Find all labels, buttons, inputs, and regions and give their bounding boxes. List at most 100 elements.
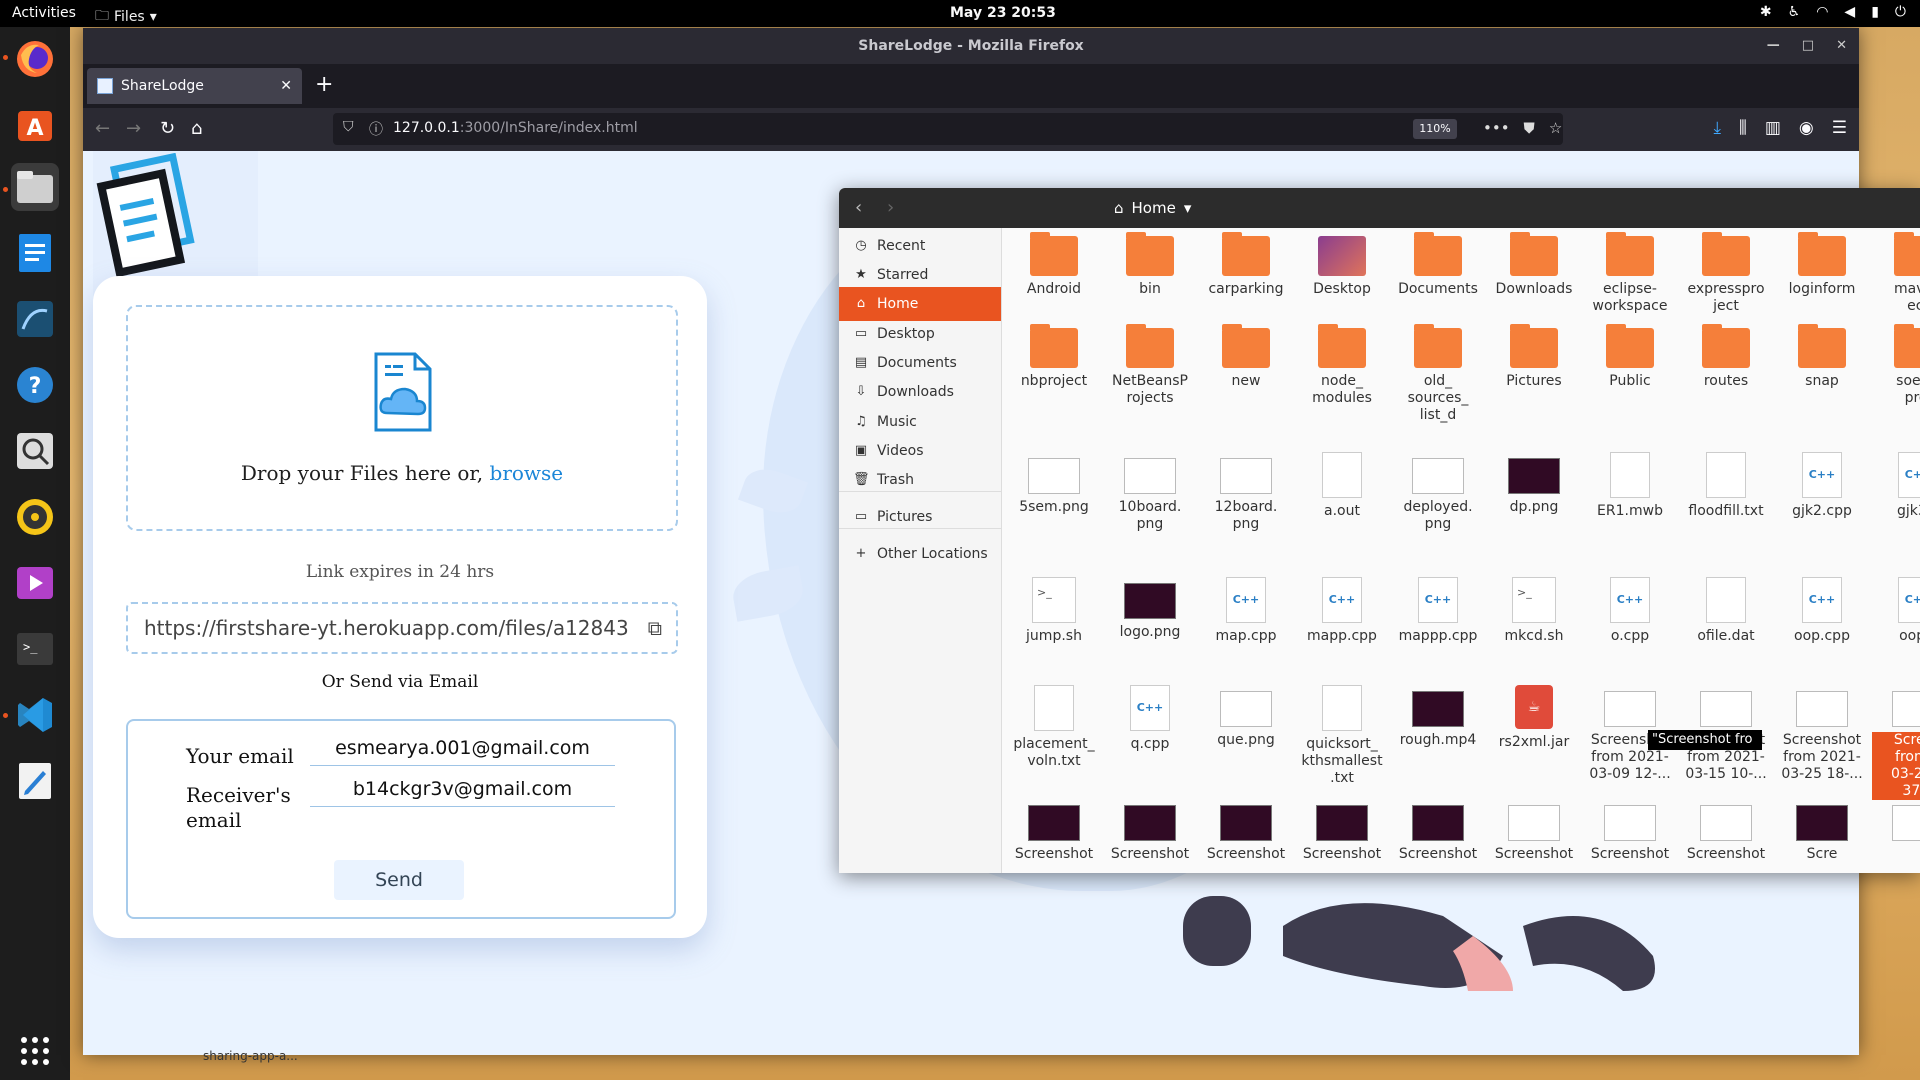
- file-item[interactable]: Screenshot: [1680, 799, 1772, 863]
- forward-icon[interactable]: →: [126, 118, 141, 139]
- file-item[interactable]: quicksort_ kthsmallest .txt: [1296, 685, 1388, 787]
- text-editor-icon[interactable]: [11, 757, 59, 805]
- file-item[interactable]: C++ mappp.cpp: [1392, 577, 1484, 645]
- file-item[interactable]: Screenshot: [1584, 799, 1676, 863]
- file-item[interactable]: new: [1200, 324, 1292, 390]
- url-text[interactable]: 127.0.0.1:3000/InShare/index.html: [393, 120, 638, 136]
- file-item[interactable]: expresspro ject: [1680, 232, 1772, 315]
- sidebar-item-downloads[interactable]: ⇩ Downloads: [839, 375, 1001, 409]
- file-item[interactable]: Screenshot: [1488, 799, 1580, 863]
- firefox-icon[interactable]: [11, 35, 59, 83]
- file-item[interactable]: que.png: [1200, 685, 1292, 749]
- file-item[interactable]: [1872, 799, 1920, 846]
- file-item[interactable]: C++ gjk3.c: [1872, 452, 1920, 520]
- new-tab-icon[interactable]: +: [315, 74, 333, 96]
- file-item[interactable]: node_ modules: [1296, 324, 1388, 407]
- files-headerbar[interactable]: ‹ › ⌂ Home ▾: [839, 188, 1920, 228]
- file-item[interactable]: Android: [1008, 232, 1100, 298]
- file-item[interactable]: Desktop: [1296, 236, 1388, 298]
- account-icon[interactable]: ◉: [1799, 118, 1814, 138]
- file-item[interactable]: logo.png: [1104, 577, 1196, 641]
- tab-sharelodge[interactable]: ShareLodge ✕: [87, 68, 302, 104]
- close-tab-icon[interactable]: ✕: [280, 78, 292, 94]
- file-item[interactable]: routes: [1680, 324, 1772, 390]
- file-item[interactable]: old_ sources_ list_d: [1392, 324, 1484, 424]
- clock[interactable]: May 23 20:53: [950, 5, 1056, 21]
- back-icon[interactable]: ‹: [855, 197, 862, 218]
- browse-link[interactable]: browse: [490, 461, 564, 485]
- library-icon[interactable]: ⫼: [1739, 118, 1747, 138]
- more-actions-icon[interactable]: •••: [1483, 119, 1510, 137]
- your-email-input[interactable]: esmearya.001@gmail.com: [310, 737, 615, 766]
- mysql-workbench-icon[interactable]: [11, 295, 59, 343]
- software-center-icon[interactable]: A: [11, 101, 59, 149]
- file-item[interactable]: C++ map.cpp: [1200, 577, 1292, 645]
- send-button[interactable]: Send: [334, 860, 464, 900]
- app-grid-icon[interactable]: [11, 1027, 59, 1075]
- media-player-icon[interactable]: [11, 559, 59, 607]
- sidebar-item-home[interactable]: ⌂ Home: [839, 287, 1001, 321]
- close-icon[interactable]: ✕: [1836, 28, 1847, 64]
- share-link-text[interactable]: https://firstshare-yt.herokuapp.com/file…: [144, 604, 629, 652]
- file-item[interactable]: Screenshot: [1296, 799, 1388, 863]
- file-item[interactable]: placement_ voln.txt: [1008, 685, 1100, 770]
- file-item[interactable]: Screenfrom 203-25 237.p: [1872, 685, 1920, 800]
- files-icon[interactable]: [11, 163, 59, 211]
- reload-icon[interactable]: ↻: [160, 118, 175, 139]
- file-item[interactable]: 5sem.png: [1008, 452, 1100, 516]
- file-item[interactable]: bin: [1104, 232, 1196, 298]
- system-tray[interactable]: ✱ ♿ ◠ ◀ ▮ ⏻: [1760, 4, 1906, 20]
- app-menu[interactable]: 🗀 Files ▾: [95, 5, 157, 29]
- bookmark-star-icon[interactable]: ☆: [1549, 119, 1562, 137]
- file-item[interactable]: deployed. png: [1392, 452, 1484, 533]
- file-item[interactable]: Screenshot: [1200, 799, 1292, 863]
- location-path[interactable]: ⌂ Home ▾: [1114, 196, 1191, 220]
- file-item[interactable]: >_ jump.sh: [1008, 577, 1100, 645]
- file-item[interactable]: NetBeansP rojects: [1104, 324, 1196, 407]
- file-item[interactable]: C++ o.cpp: [1584, 577, 1676, 645]
- file-item[interactable]: Screenshot: [1392, 799, 1484, 863]
- file-item[interactable]: snap: [1776, 324, 1868, 390]
- file-item[interactable]: ER1.mwb: [1584, 452, 1676, 520]
- file-item[interactable]: rough.mp4: [1392, 685, 1484, 749]
- pocket-icon[interactable]: ⛊: [1524, 119, 1535, 137]
- copy-icon[interactable]: ⧉: [648, 604, 662, 652]
- file-item[interactable]: a.out: [1296, 452, 1388, 520]
- file-item[interactable]: soe_viproj: [1872, 324, 1920, 407]
- minimize-icon[interactable]: —: [1767, 28, 1780, 64]
- file-item[interactable]: C++ q.cpp: [1104, 685, 1196, 753]
- rhythmbox-icon[interactable]: [11, 493, 59, 541]
- download-icon[interactable]: ⤓: [1714, 118, 1722, 138]
- sidebar-icon[interactable]: ▥: [1765, 118, 1781, 138]
- receiver-email-input[interactable]: b14ckgr3v@gmail.com: [310, 778, 615, 807]
- file-item[interactable]: carparking: [1200, 232, 1292, 298]
- home-icon[interactable]: ⌂: [191, 118, 202, 139]
- activities-button[interactable]: Activities: [12, 5, 76, 21]
- file-item[interactable]: >_ mkcd.sh: [1488, 577, 1580, 645]
- file-item[interactable]: dp.png: [1488, 452, 1580, 516]
- file-item[interactable]: C++ mapp.cpp: [1296, 577, 1388, 645]
- window-titlebar[interactable]: ShareLodge - Mozilla Firefox — □ ✕: [83, 28, 1859, 64]
- file-item[interactable]: mavenect: [1872, 232, 1920, 315]
- file-item[interactable]: Downloads: [1488, 232, 1580, 298]
- file-item[interactable]: C++ oops.: [1872, 577, 1920, 645]
- maximize-icon[interactable]: □: [1802, 28, 1814, 64]
- sidebar-item-other-locations[interactable]: + Other Locations: [839, 537, 1001, 571]
- drop-zone[interactable]: Drop your Files here or, browse: [126, 305, 678, 531]
- file-item[interactable]: Pictures: [1488, 324, 1580, 390]
- share-link-field[interactable]: https://firstshare-yt.herokuapp.com/file…: [126, 602, 678, 654]
- file-item[interactable]: ☕ rs2xml.jar: [1488, 685, 1580, 751]
- file-item[interactable]: eclipse-workspace: [1584, 232, 1676, 315]
- menu-icon[interactable]: ☰: [1832, 118, 1847, 138]
- magnifier-icon[interactable]: [11, 427, 59, 475]
- file-item[interactable]: Screenshot: [1104, 799, 1196, 863]
- file-item[interactable]: nbproject: [1008, 324, 1100, 390]
- file-item[interactable]: Scre: [1776, 799, 1868, 863]
- zoom-indicator[interactable]: 110%: [1413, 119, 1457, 139]
- file-item[interactable]: Documents: [1392, 232, 1484, 298]
- file-item[interactable]: Screenshot from 2021- 03-25 18-...: [1776, 685, 1868, 783]
- info-icon[interactable]: ⓘ: [369, 119, 383, 139]
- shield-icon[interactable]: ⛉: [343, 119, 354, 135]
- file-item[interactable]: ofile.dat: [1680, 577, 1772, 645]
- back-icon[interactable]: ←: [95, 118, 110, 139]
